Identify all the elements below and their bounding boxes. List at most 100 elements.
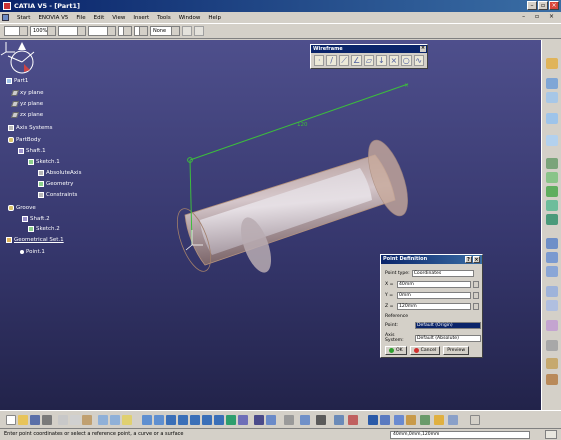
- cylinder-icon[interactable]: [546, 135, 558, 146]
- redo-icon[interactable]: [110, 415, 120, 425]
- knowledge-icon[interactable]: [546, 374, 558, 385]
- point-symbol-select[interactable]: [118, 26, 132, 36]
- join-icon[interactable]: [546, 238, 558, 249]
- menu-window[interactable]: Window: [179, 15, 201, 21]
- reference-point-field[interactable]: Default (Origin): [415, 322, 481, 329]
- tree-item-geometrical-set-1[interactable]: Geometrical Set.1: [6, 237, 64, 243]
- z-spinner[interactable]: [473, 303, 479, 310]
- status-icon[interactable]: [545, 430, 557, 439]
- y-spinner[interactable]: [473, 292, 479, 299]
- catalog-icon[interactable]: [316, 415, 326, 425]
- hide-show-icon[interactable]: [254, 415, 264, 425]
- tree-item-xy-plane[interactable]: xy plane: [10, 90, 44, 96]
- cancel-button[interactable]: Cancel: [409, 346, 441, 355]
- grid-icon[interactable]: [380, 415, 390, 425]
- swap-visible-space-icon[interactable]: [266, 415, 276, 425]
- projection-tool-icon[interactable]: ↓: [376, 55, 387, 66]
- zoom-out-icon[interactable]: [202, 415, 212, 425]
- fit-all-icon[interactable]: [154, 415, 164, 425]
- point-type-select[interactable]: Coordinates: [411, 270, 474, 277]
- dimension-label[interactable]: 120: [297, 122, 308, 128]
- layer-select[interactable]: None: [150, 26, 180, 36]
- menu-help[interactable]: Help: [208, 15, 221, 21]
- save-icon[interactable]: [30, 415, 40, 425]
- transparency-select[interactable]: 100%: [30, 26, 56, 36]
- blend-icon[interactable]: [546, 214, 558, 225]
- circle-tool-icon[interactable]: ○: [401, 55, 412, 66]
- menu-edit[interactable]: Edit: [94, 15, 105, 21]
- menu-file[interactable]: File: [76, 15, 85, 21]
- whats-this-icon[interactable]: [122, 415, 132, 425]
- multisection-icon[interactable]: [546, 200, 558, 211]
- fill-color-select[interactable]: [4, 26, 28, 36]
- dialog-title-bar[interactable]: Point Definition ? ×: [381, 255, 482, 264]
- measure-icon[interactable]: [284, 415, 294, 425]
- x-spinner[interactable]: [473, 281, 479, 288]
- tree-item-shaft-1[interactable]: Shaft.1: [18, 148, 46, 154]
- menu-tools[interactable]: Tools: [157, 15, 171, 21]
- line-type-select[interactable]: [88, 26, 116, 36]
- maximize-button[interactable]: ▫: [538, 1, 548, 10]
- tree-item-geometry[interactable]: Geometry: [38, 181, 73, 187]
- tree-item-absolute-axis[interactable]: AbsoluteAxis: [38, 170, 81, 176]
- quick-view-icon[interactable]: [226, 415, 236, 425]
- y-coordinate-input[interactable]: 0mm: [397, 292, 471, 299]
- tree-item-sketch-1[interactable]: Sketch.1: [28, 159, 60, 165]
- construction-icon[interactable]: [406, 415, 416, 425]
- menu-insert[interactable]: Insert: [133, 15, 149, 21]
- format-painter-icon[interactable]: [182, 26, 192, 36]
- sketch-analysis-icon[interactable]: [368, 415, 378, 425]
- menu-start[interactable]: Start: [17, 15, 30, 21]
- fill-icon[interactable]: [546, 186, 558, 197]
- dimension-constraint-icon[interactable]: [434, 415, 444, 425]
- ok-button[interactable]: OK: [385, 346, 407, 355]
- formula-icon[interactable]: [348, 415, 358, 425]
- tree-item-shaft-2[interactable]: Shaft.2: [22, 216, 50, 222]
- wireframe-close-button[interactable]: ×: [420, 46, 426, 52]
- print-icon[interactable]: [42, 415, 52, 425]
- sketcher-icon[interactable]: [546, 58, 558, 69]
- update-icon[interactable]: [334, 415, 344, 425]
- spline-tool-icon[interactable]: ∿: [413, 55, 424, 66]
- offset-icon[interactable]: [546, 158, 558, 169]
- dialog-close-button[interactable]: ×: [473, 256, 480, 263]
- tree-item-sketch-2[interactable]: Sketch.2: [28, 226, 60, 232]
- properties-icon[interactable]: [194, 26, 204, 36]
- rotate-icon[interactable]: [546, 300, 558, 311]
- trim-icon[interactable]: [546, 266, 558, 277]
- render-style-icon[interactable]: [238, 415, 248, 425]
- point-tool-icon[interactable]: ·: [314, 55, 325, 66]
- undo-icon[interactable]: [98, 415, 108, 425]
- close-button[interactable]: ×: [549, 1, 559, 10]
- split-icon[interactable]: [546, 252, 558, 263]
- document-window-controls[interactable]: – ▫ ×: [522, 13, 558, 20]
- menu-enovia[interactable]: ENOVIA V5: [38, 15, 68, 21]
- plane-tool-icon[interactable]: ▱: [363, 55, 375, 66]
- axis-tool-icon[interactable]: ⟋: [338, 55, 350, 66]
- render-style-select[interactable]: [134, 26, 148, 36]
- snap-icon[interactable]: [394, 415, 404, 425]
- tree-item-zx-plane[interactable]: zx plane: [10, 112, 43, 118]
- revolve-icon[interactable]: [546, 92, 558, 103]
- intersection-tool-icon[interactable]: ×: [388, 55, 400, 66]
- minimize-button[interactable]: –: [527, 1, 537, 10]
- other-selection-icon[interactable]: [470, 415, 480, 425]
- work-on-support-icon[interactable]: [448, 415, 458, 425]
- rotate-view-icon[interactable]: [178, 415, 188, 425]
- apply-material-icon[interactable]: [300, 415, 310, 425]
- normal-view-icon[interactable]: [214, 415, 224, 425]
- extrude-icon[interactable]: [546, 78, 558, 89]
- x-coordinate-input[interactable]: 40mm: [397, 281, 471, 288]
- menu-view[interactable]: View: [112, 15, 125, 21]
- tree-item-constraints[interactable]: Constraints: [38, 192, 77, 198]
- line-thickness-select[interactable]: [58, 26, 86, 36]
- zoom-in-icon[interactable]: [190, 415, 200, 425]
- tree-item-axis-systems[interactable]: Axis Systems: [8, 125, 53, 131]
- sweep-icon[interactable]: [546, 172, 558, 183]
- pan-icon[interactable]: [166, 415, 176, 425]
- copy-icon[interactable]: [70, 415, 80, 425]
- tree-item-partbody[interactable]: PartBody: [8, 137, 41, 143]
- line-tool-icon[interactable]: /: [326, 55, 337, 66]
- tree-item-point-1[interactable]: Point.1: [20, 249, 45, 255]
- z-coordinate-input[interactable]: 120mm: [397, 303, 471, 310]
